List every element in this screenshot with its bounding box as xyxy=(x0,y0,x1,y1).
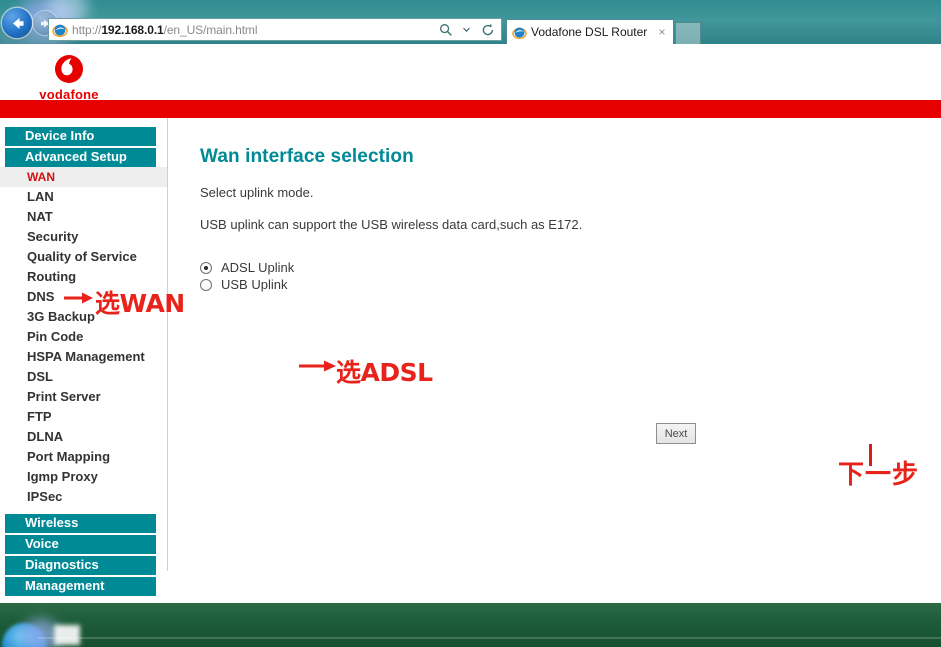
internet-explorer-icon xyxy=(512,26,527,39)
sidebar-section-management[interactable]: Management xyxy=(5,577,156,596)
sidebar-section-wireless[interactable]: Wireless xyxy=(5,514,156,533)
refresh-icon xyxy=(482,23,493,35)
uplink-mode-radio-group: ADSL Uplink USB Uplink xyxy=(200,259,941,293)
close-icon[interactable]: × xyxy=(655,26,669,38)
page-title: Wan interface selection xyxy=(200,146,414,167)
annotation-next-step: 下一步 xyxy=(838,460,920,490)
browser-chrome: http://192.168.0.1/en_US/main.html Vodaf… xyxy=(0,0,941,44)
sidebar-section-voice[interactable]: Voice xyxy=(5,535,156,554)
tab-strip: Vodafone DSL Router × xyxy=(506,17,701,44)
red-arrow-icon xyxy=(64,292,93,304)
sidebar-item-security[interactable]: Security xyxy=(0,227,167,247)
taskbar-icon[interactable] xyxy=(54,625,80,645)
search-magnifier-icon xyxy=(439,23,452,36)
sidebar-item-port-mapping[interactable]: Port Mapping xyxy=(0,447,167,467)
dropdown-button[interactable] xyxy=(457,20,476,39)
sidebar-item-igmp-proxy[interactable]: Igmp Proxy xyxy=(0,467,167,487)
router-admin-page: vodafone Device Info Advanced Setup WAN … xyxy=(0,44,941,603)
radio-label-usb-uplink: USB Uplink xyxy=(221,277,288,292)
search-button[interactable] xyxy=(436,20,455,39)
vodafone-speechmark-logo xyxy=(55,55,83,83)
content-divider xyxy=(167,118,168,571)
sidebar-section-diagnostics[interactable]: Diagnostics xyxy=(5,556,156,575)
radio-option-adsl-uplink[interactable]: ADSL Uplink xyxy=(200,259,941,276)
instruction-line-1: Select uplink mode. xyxy=(200,185,314,200)
sidebar-nav: Device Info Advanced Setup WAN LAN NAT S… xyxy=(0,118,167,598)
instruction-line-2: USB uplink can support the USB wireless … xyxy=(200,217,583,232)
tab-vodafone-dsl-router[interactable]: Vodafone DSL Router × xyxy=(506,19,674,44)
sidebar-item-hspa-management[interactable]: HSPA Management xyxy=(0,347,167,367)
tab-title: Vodafone DSL Router xyxy=(531,25,648,39)
back-arrow-icon xyxy=(12,17,23,29)
new-tab-button[interactable] xyxy=(675,22,701,44)
taskbar-separator xyxy=(38,637,941,639)
brand-header: vodafone xyxy=(0,44,941,102)
chevron-down-icon xyxy=(463,27,470,33)
radio-option-usb-uplink[interactable]: USB Uplink xyxy=(200,276,941,293)
sidebar-item-nat[interactable]: NAT xyxy=(0,207,167,227)
sidebar-item-wan[interactable]: WAN xyxy=(0,167,167,187)
radio-usb-uplink[interactable] xyxy=(200,278,212,291)
sidebar-section-advanced-setup[interactable]: Advanced Setup xyxy=(5,148,156,167)
refresh-button[interactable] xyxy=(478,20,497,39)
annotation-select-wan: 选WAN xyxy=(95,289,185,318)
back-button[interactable] xyxy=(2,8,32,38)
sidebar-item-ipsec[interactable]: IPSec xyxy=(0,487,167,507)
sidebar-item-dlna[interactable]: DLNA xyxy=(0,427,167,447)
internet-explorer-icon xyxy=(52,24,68,37)
main-pane: Wan interface selection Select uplink mo… xyxy=(200,118,941,293)
url-text: http://192.168.0.1/en_US/main.html xyxy=(72,22,258,37)
red-accent-bar xyxy=(0,100,941,118)
desktop-taskbar xyxy=(0,603,941,647)
radio-label-adsl-uplink: ADSL Uplink xyxy=(221,260,295,275)
annotation-select-adsl: 选ADSL xyxy=(336,358,433,387)
radio-adsl-uplink[interactable] xyxy=(200,261,212,274)
sidebar-item-quality-of-service[interactable]: Quality of Service xyxy=(0,247,167,267)
content-area: Device Info Advanced Setup WAN LAN NAT S… xyxy=(0,118,941,603)
red-arrow-icon xyxy=(299,360,336,372)
sidebar-item-print-server[interactable]: Print Server xyxy=(0,387,167,407)
address-bar-actions xyxy=(436,20,499,39)
sidebar-section-device-info[interactable]: Device Info xyxy=(5,127,156,146)
sidebar-item-lan[interactable]: LAN xyxy=(0,187,167,207)
sidebar-item-pin-code[interactable]: Pin Code xyxy=(0,327,167,347)
vodafone-logo: vodafone xyxy=(36,50,102,102)
next-button[interactable]: Next xyxy=(656,423,696,444)
sidebar-item-ftp[interactable]: FTP xyxy=(0,407,167,427)
address-bar[interactable]: http://192.168.0.1/en_US/main.html xyxy=(48,18,502,41)
vodafone-wordmark: vodafone xyxy=(39,87,99,102)
sidebar-item-dsl[interactable]: DSL xyxy=(0,367,167,387)
